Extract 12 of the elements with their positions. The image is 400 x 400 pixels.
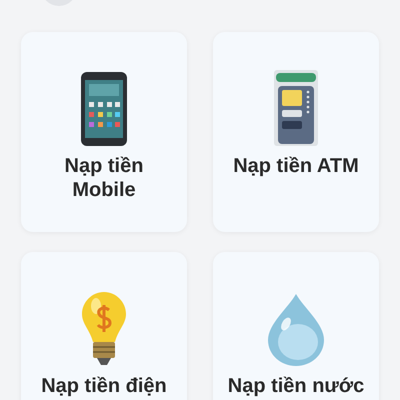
service-card[interactable]: Nạp tiền Mobile — [21, 32, 187, 232]
light-bulb-icon — [82, 292, 126, 366]
service-label: Nạp tiền điện — [40, 374, 168, 398]
service-label: Nạp tiền nước — [226, 374, 366, 398]
service-card[interactable]: Nạp tiền ATM — [213, 32, 379, 232]
service-label: Nạp tiền ATM — [232, 154, 360, 178]
water-drop-icon — [268, 294, 324, 366]
atm-machine-icon — [274, 70, 318, 146]
service-label: Nạp tiền Mobile — [64, 154, 144, 202]
service-card[interactable]: Nạp tiền nước — [213, 252, 379, 400]
smartphone-icon — [81, 72, 127, 146]
service-card[interactable]: Nạp tiền điện — [21, 252, 187, 400]
